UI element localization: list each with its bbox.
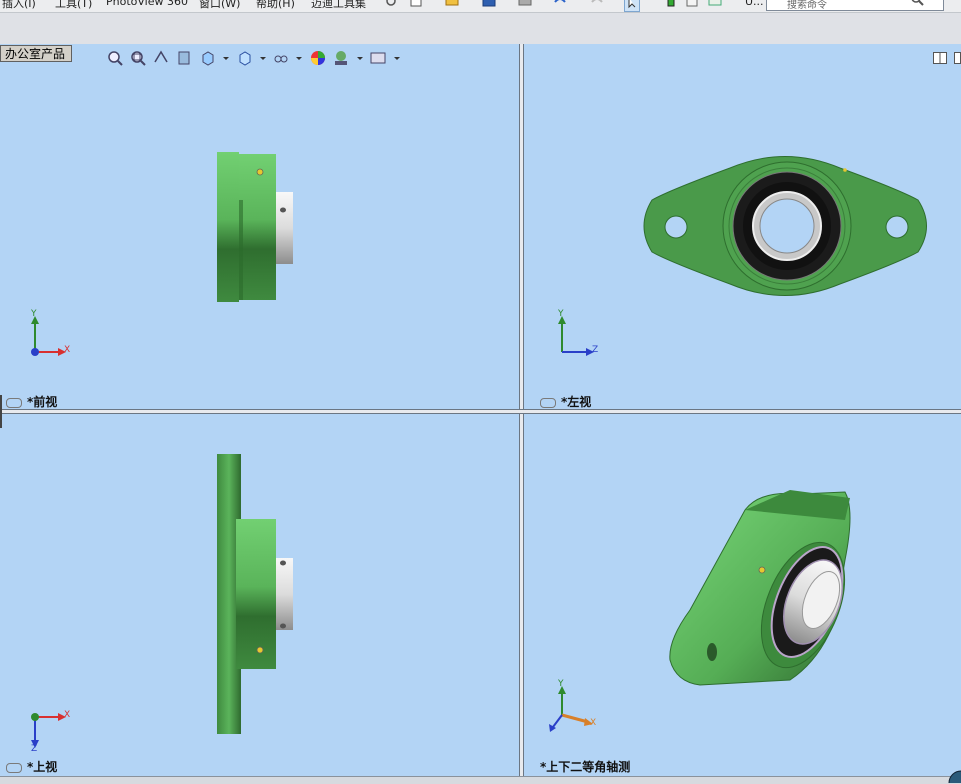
triad-front-y: Y	[31, 309, 37, 319]
top-view-part[interactable]	[217, 454, 293, 734]
rotate-widget-icon[interactable]	[947, 769, 961, 783]
left-view-label[interactable]: *左视	[540, 393, 591, 410]
top-view-label[interactable]: *上视	[6, 758, 57, 775]
triad-iso-y: Y	[558, 679, 564, 689]
front-view-part[interactable]	[217, 152, 293, 302]
front-view-triad	[31, 316, 66, 356]
model-views	[31, 152, 927, 748]
triad-left-z: Z	[592, 345, 599, 355]
isometric-view-triad	[549, 686, 593, 732]
link-views-icon[interactable]	[540, 397, 556, 408]
link-views-icon[interactable]	[6, 762, 22, 773]
link-views-icon[interactable]	[6, 397, 22, 408]
triad-top-z: Z	[31, 744, 38, 754]
isometric-view-part[interactable]	[669, 490, 861, 686]
triad-left-y: Y	[558, 309, 564, 319]
left-view-part[interactable]	[643, 156, 927, 296]
triad-front-x: X	[64, 345, 71, 355]
front-view-label[interactable]: *前视	[6, 393, 57, 410]
isometric-view-label[interactable]: *上下二等角轴测	[540, 758, 630, 775]
left-view-triad	[558, 316, 594, 356]
triad-top-x: X	[64, 710, 71, 720]
triad-iso-x: X	[590, 718, 597, 728]
top-view-triad	[31, 713, 66, 748]
